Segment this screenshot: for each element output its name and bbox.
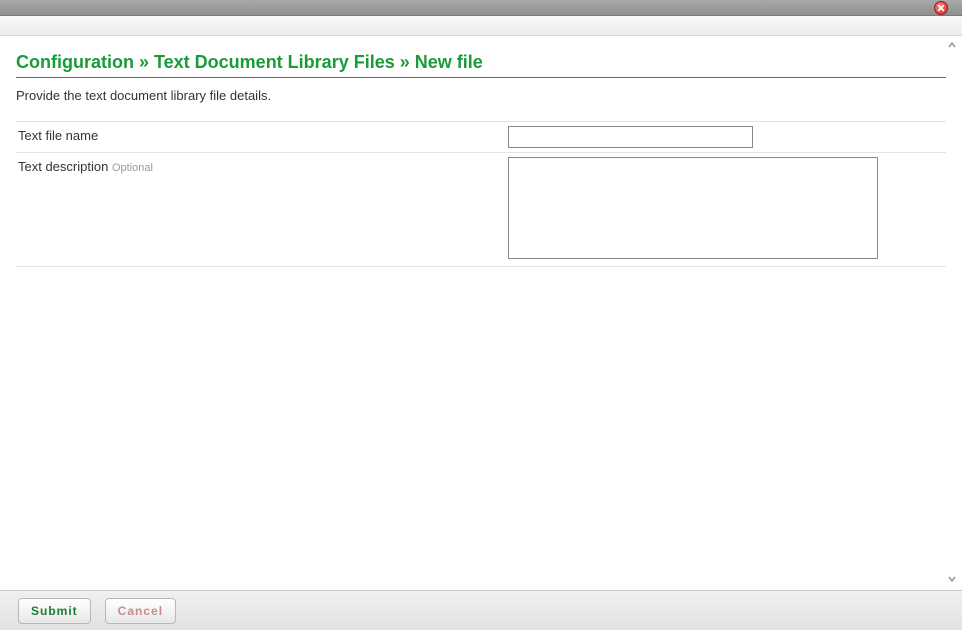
title-bar [0, 0, 962, 16]
footer-bar: Submit Cancel [0, 590, 962, 630]
breadcrumb-separator: » [134, 52, 154, 72]
content-area: Configuration » Text Document Library Fi… [0, 36, 962, 590]
submit-button[interactable]: Submit [18, 598, 91, 624]
sub-bar [0, 16, 962, 36]
scroll-down-icon[interactable] [946, 574, 958, 586]
cancel-button[interactable]: Cancel [105, 598, 176, 624]
breadcrumb-part-new-file: New file [415, 52, 483, 72]
breadcrumb-separator: » [395, 52, 415, 72]
label-text-description: Text description [18, 159, 108, 174]
scroll-up-icon[interactable] [946, 40, 958, 52]
row-text-file-name: Text file name [16, 122, 946, 153]
breadcrumb-part-configuration[interactable]: Configuration [16, 52, 134, 72]
label-text-file-name: Text file name [18, 128, 98, 143]
optional-label: Optional [112, 162, 153, 174]
close-button[interactable] [934, 1, 948, 15]
text-file-name-input[interactable] [508, 126, 753, 148]
breadcrumb: Configuration » Text Document Library Fi… [16, 52, 946, 78]
close-icon [937, 4, 945, 12]
row-text-description: Text description Optional [16, 153, 946, 267]
breadcrumb-part-library-files[interactable]: Text Document Library Files [154, 52, 395, 72]
form-table: Text file name Text description Optional [16, 121, 946, 267]
instructions-text: Provide the text document library file d… [16, 88, 946, 103]
text-description-input[interactable] [508, 157, 878, 259]
